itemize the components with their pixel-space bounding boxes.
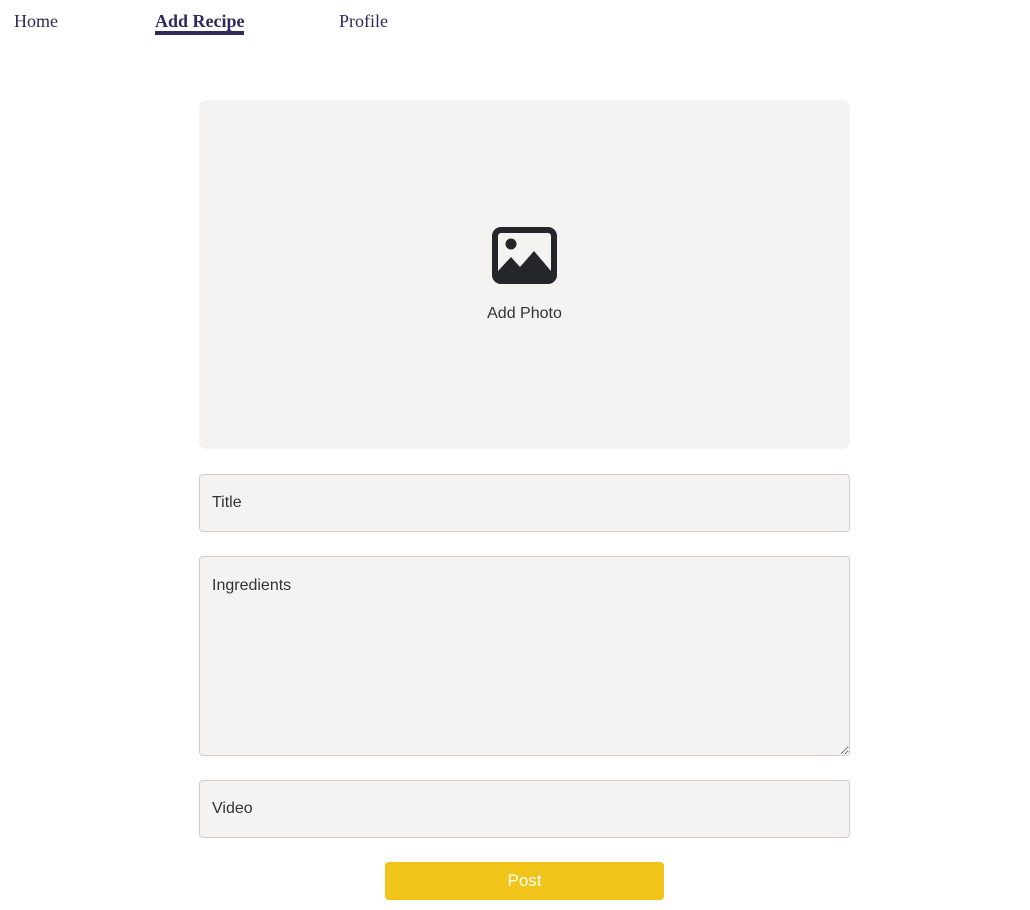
video-input[interactable] xyxy=(199,780,850,838)
nav-profile-link[interactable]: Profile xyxy=(339,11,388,31)
top-nav: Home Add Recipe Profile xyxy=(0,0,1030,40)
add-photo-dropzone[interactable]: Add Photo xyxy=(199,100,850,449)
nav-add-recipe-link[interactable]: Add Recipe xyxy=(155,11,245,31)
add-photo-label: Add Photo xyxy=(487,305,562,322)
title-input[interactable] xyxy=(199,474,850,532)
nav-home-link[interactable]: Home xyxy=(14,11,58,31)
image-icon xyxy=(492,227,557,284)
post-button[interactable]: Post xyxy=(385,862,664,900)
active-nav-underline xyxy=(155,31,244,35)
ingredients-textarea[interactable] xyxy=(199,556,850,756)
